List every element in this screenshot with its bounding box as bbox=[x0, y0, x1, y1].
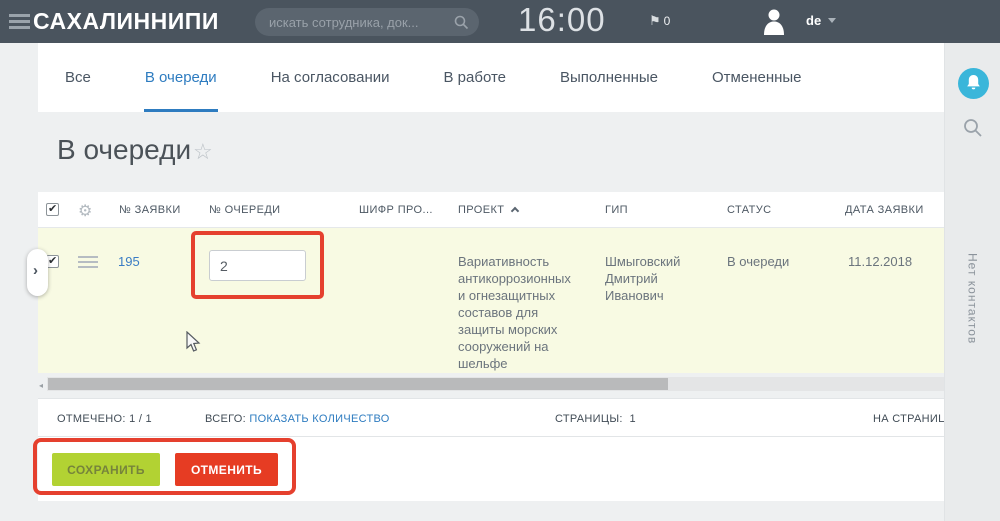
title-area: В очереди ☆ bbox=[38, 112, 944, 192]
tab-all[interactable]: Все bbox=[64, 46, 92, 112]
save-button[interactable]: СОХРАНИТЬ bbox=[52, 453, 160, 486]
hscrollbar-track[interactable] bbox=[47, 377, 944, 391]
column-header-date[interactable]: ДАТА ЗАЯВКИ bbox=[845, 204, 924, 216]
sort-asc-icon bbox=[511, 207, 519, 215]
marked-counter: ОТМЕЧЕНО: 1 / 1 bbox=[57, 413, 152, 425]
tab-on-approval[interactable]: На согласовании bbox=[270, 46, 391, 112]
global-search[interactable] bbox=[255, 8, 479, 36]
flag-counter[interactable]: ⚑0 bbox=[649, 13, 670, 29]
search-icon[interactable] bbox=[454, 15, 469, 35]
column-header-project[interactable]: ПРОЕКТ bbox=[458, 204, 518, 216]
language-switcher[interactable]: de bbox=[806, 13, 836, 28]
show-count-link[interactable]: ПОКАЗАТЬ КОЛИЧЕСТВО bbox=[249, 413, 389, 425]
table-header: ⚙ № ЗАЯВКИ № ОЧЕРЕДИ ШИФР ПРО... ПРОЕКТ … bbox=[38, 192, 944, 228]
flag-icon: ⚑ bbox=[649, 13, 661, 28]
status-tabs: Все В очереди На согласовании В работе В… bbox=[38, 43, 944, 112]
row-drag-handle-icon[interactable] bbox=[78, 256, 98, 268]
table-row[interactable]: › 195 Вариативность антикоррозионных и о… bbox=[38, 228, 944, 373]
column-header-code[interactable]: ШИФР ПРО... bbox=[359, 204, 433, 216]
language-label: de bbox=[806, 13, 821, 28]
clock: 16:00 bbox=[518, 1, 606, 39]
select-all-checkbox[interactable] bbox=[46, 203, 59, 216]
cancel-button[interactable]: ОТМЕНИТЬ bbox=[175, 453, 278, 486]
expand-row-handle[interactable]: › bbox=[27, 249, 48, 296]
request-number-link[interactable]: 195 bbox=[118, 253, 140, 270]
tab-completed[interactable]: Выполненные bbox=[559, 46, 659, 112]
status-cell: В очереди bbox=[727, 253, 789, 270]
chevron-right-icon: › bbox=[33, 262, 38, 279]
app-header: САХАЛИННИПИ 16:00 ⚑0 de bbox=[0, 0, 1000, 43]
queue-number-input[interactable] bbox=[209, 250, 306, 281]
hscroll-area: ◂ bbox=[38, 373, 944, 398]
notifications-button[interactable] bbox=[958, 68, 989, 99]
main-content: Все В очереди На согласовании В работе В… bbox=[38, 43, 944, 521]
page-number[interactable]: 1 bbox=[629, 413, 635, 425]
pages-info: СТРАНИЦЫ: 1 bbox=[555, 413, 636, 425]
column-header-gip[interactable]: ГИП bbox=[605, 204, 628, 216]
tab-cancelled[interactable]: Отмененные bbox=[711, 46, 803, 112]
total-counter: ВСЕГО: ПОКАЗАТЬ КОЛИЧЕСТВО bbox=[205, 413, 390, 425]
contacts-empty-label: Нет контактов bbox=[966, 253, 980, 344]
per-page-label: НА СТРАНИЦ bbox=[873, 413, 944, 425]
hscrollbar-thumb[interactable] bbox=[48, 378, 668, 390]
right-sidebar: Нет контактов bbox=[944, 43, 1000, 521]
column-header-queue[interactable]: № ОЧЕРЕДИ bbox=[209, 204, 280, 216]
table-footer: ОТМЕЧЕНО: 1 / 1 ВСЕГО: ПОКАЗАТЬ КОЛИЧЕСТ… bbox=[38, 398, 944, 437]
flag-count: 0 bbox=[664, 14, 671, 28]
tab-in-progress[interactable]: В работе bbox=[443, 46, 508, 112]
favorite-star-icon[interactable]: ☆ bbox=[193, 139, 213, 165]
date-cell: 11.12.2018 bbox=[848, 253, 912, 270]
project-cell: Вариативность антикоррозионных и огнезащ… bbox=[458, 253, 566, 372]
menu-icon[interactable] bbox=[9, 14, 30, 29]
sidebar-search-icon[interactable] bbox=[963, 118, 983, 143]
column-header-status[interactable]: СТАТУС bbox=[727, 204, 771, 216]
gip-cell: Шмыговский Дмитрий Иванович bbox=[605, 253, 700, 304]
app-logo: САХАЛИННИПИ bbox=[33, 8, 219, 35]
tab-in-queue[interactable]: В очереди bbox=[144, 46, 218, 112]
search-input[interactable] bbox=[269, 8, 449, 36]
bell-icon bbox=[965, 74, 982, 92]
chevron-down-icon bbox=[828, 18, 836, 23]
user-avatar-icon[interactable] bbox=[762, 8, 786, 40]
column-header-request[interactable]: № ЗАЯВКИ bbox=[119, 204, 181, 216]
table-settings-gear-icon[interactable]: ⚙ bbox=[78, 201, 92, 221]
marked-value: 1 / 1 bbox=[129, 413, 152, 425]
page-title: В очереди bbox=[57, 134, 191, 166]
actions-area: СОХРАНИТЬ ОТМЕНИТЬ bbox=[38, 437, 944, 501]
scroll-left-arrow-icon[interactable]: ◂ bbox=[39, 381, 43, 390]
